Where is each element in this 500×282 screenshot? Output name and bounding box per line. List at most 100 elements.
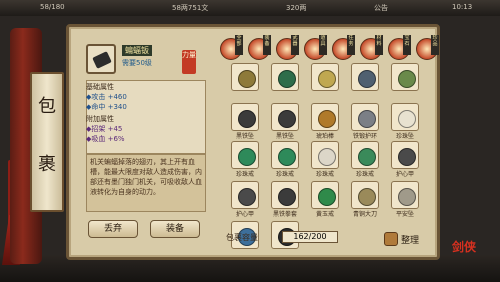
item-icon [311,141,339,169]
tab-weapon-label: 武器 [291,35,299,55]
tab-material[interactable]: 材料 [360,35,383,60]
tab-material-label: 材料 [375,35,383,55]
tab-equipment[interactable]: 装备 [248,35,271,60]
item-icon [391,63,419,91]
inventory-slot[interactable]: 黑铁拳套 [268,180,302,220]
item-icon [351,181,379,209]
inventory-scroll-label: 包 裹 [30,72,64,212]
item-icon [391,141,419,169]
base-stats-title: 基础属性 [86,83,114,91]
item-name: 蝙蝠钣 [122,45,152,56]
inventory-slot[interactable]: 黄玉戒 [308,180,342,220]
item-label: 护心甲 [235,211,254,218]
item-label: 琥珀棒 [315,133,334,140]
label-char-1: 包 [38,96,56,117]
tab-rare[interactable]: 珍品 [416,35,439,60]
inventory-slot[interactable]: 护心甲 [388,140,422,180]
item-label: 青铜大刀 [352,211,377,218]
inventory-slot[interactable] [388,62,422,102]
stat-lifesteal: ◆吸血 +6% [86,135,125,143]
item-icon [391,181,419,209]
inventory-slot[interactable]: 黑铁坠 [228,102,262,142]
item-requirement: 需要50级 [122,59,152,67]
item-label: 珍珠戒 [275,171,294,178]
item-icon [231,103,259,131]
notice-link[interactable]: 公告 [374,3,388,13]
tab-gem-label: 宝石 [403,35,411,55]
inventory-slot[interactable]: 珍珠戒 [228,140,262,180]
tidy-button[interactable]: 整理 [384,230,430,248]
inventory-slot[interactable]: 铁锻护环 [348,102,382,142]
item-icon [231,181,259,209]
tab-item[interactable]: 道具 [304,35,327,60]
equip-button[interactable]: 装备 [150,220,200,238]
item-icon [311,63,339,91]
strength-seal: 力量 [182,50,196,74]
item-icon [231,141,259,169]
stat-accuracy: ◆命中 +340 [86,103,127,111]
item-label: 平安坠 [395,211,414,218]
item-icon [271,141,299,169]
inventory-slot[interactable]: 平安坠 [388,180,422,220]
inventory-slot[interactable] [308,62,342,102]
level-text: 58/180 [40,3,65,11]
tab-rare-label: 珍品 [431,35,439,55]
bag-icon [384,232,398,246]
tab-equipment-label: 装备 [263,35,271,55]
tab-weapon[interactable]: 武器 [276,35,299,60]
inventory-slot[interactable]: 珍珠戒 [268,140,302,180]
inventory-slot[interactable]: 护心甲 [228,180,262,220]
inventory-slot[interactable] [348,62,382,102]
money-text: 58两751文 [172,4,209,12]
inventory-slot[interactable] [228,62,262,102]
tab-all[interactable]: 全部 [220,35,243,60]
item-label: 黑铁坠 [275,133,294,140]
tab-gem[interactable]: 宝石 [388,35,411,60]
item-icon [311,181,339,209]
inventory-slot[interactable]: 青铜大刀 [348,180,382,220]
stat-parry: ◆招架 +45 [86,125,123,133]
bag-capacity-label: 包裹容量 [226,233,258,242]
item-icon [351,141,379,169]
item-icon [351,63,379,91]
item-label: 珍珠坠 [395,133,414,140]
item-icon [231,63,259,91]
discard-button[interactable]: 丢弃 [88,220,138,238]
flavor-text: 机关蝙蝠掉落的翅刃，其上开有血槽，能最大限度对敌人造成伤害，内部还有墨门独门机关… [86,154,206,212]
label-char-2: 裹 [38,154,56,175]
gem-text: 320两 [286,4,307,12]
tab-quest[interactable]: 任务 [332,35,355,60]
inventory-slot[interactable]: 琥珀棒 [308,102,342,142]
item-header: 蝙蝠钣 需要50级 力量 [82,38,212,78]
stat-attack: ◆攻击 +460 [86,93,127,101]
item-label: 黄玉戒 [315,211,334,218]
item-label: 护心甲 [395,171,414,178]
item-icon [311,103,339,131]
item-label: 黑铁拳套 [272,211,297,218]
item-label: 黑铁坠 [235,133,254,140]
item-icon [271,181,299,209]
item-icon [271,63,299,91]
item-label: 铁锻护环 [352,133,377,140]
inventory-slot[interactable]: 黑铁坠 [268,102,302,142]
item-icon [391,103,419,131]
item-label: 珍珠戒 [235,171,254,178]
tab-all-label: 全部 [235,35,243,55]
item-icon [351,103,379,131]
extra-stats-title: 附加属性 [86,115,114,123]
item-icon [271,103,299,131]
inventory-slot[interactable]: 珍珠戒 [348,140,382,180]
clock-text: 10:13 [452,3,473,11]
item-label: 珍珠戒 [355,171,374,178]
inventory-grid: 黑铁坠 黑铁坠 琥珀棒 铁锻护环 珍珠坠 珍珠戒 珍珠戒 珍珠戒 珍珠戒 护心甲 护心甲 黑铁拳套 黄玉… [224,63,432,249]
weapon-icon [86,44,116,74]
inventory-slot[interactable] [268,62,302,102]
inventory-slot[interactable]: 珍珠坠 [388,102,422,142]
tidy-label: 整理 [401,236,420,246]
tab-item-label: 道具 [319,35,327,55]
inventory-slot[interactable]: 珍珠戒 [308,140,342,180]
bag-capacity-value: 162/200 [282,231,338,243]
tab-quest-label: 任务 [347,35,355,55]
top-status-bar: 58/180 58两751文 320两 公告 10:13 [0,0,500,16]
game-logo: 剑侠 [452,240,477,254]
